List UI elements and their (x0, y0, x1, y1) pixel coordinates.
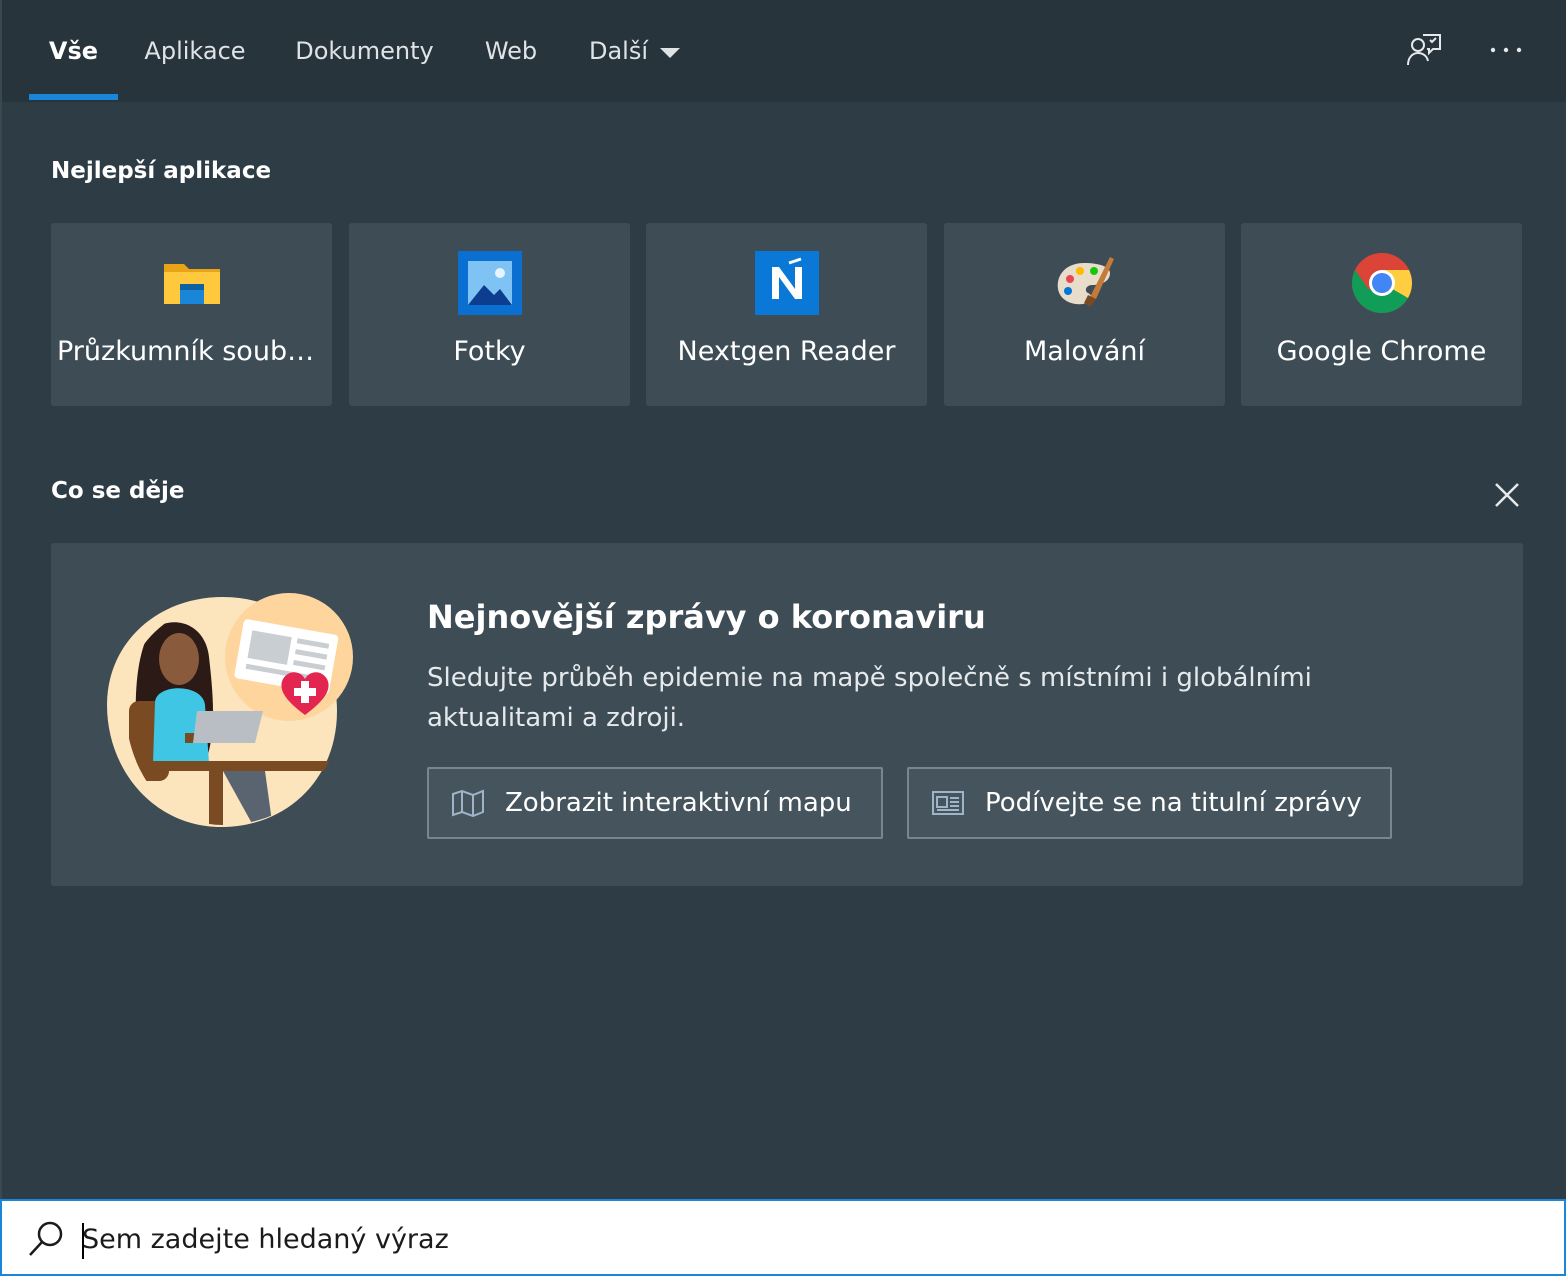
close-icon (1495, 483, 1519, 507)
tab-documents[interactable]: Dokumenty (282, 0, 447, 102)
app-tile-label: Malování (1024, 336, 1145, 367)
app-tile-google-chrome[interactable]: Google Chrome (1241, 223, 1522, 406)
tab-more-label: Další (588, 37, 649, 65)
paint-icon (1057, 257, 1114, 307)
tab-all[interactable]: Vše (29, 0, 118, 102)
view-headlines-button[interactable]: Podívejte se na titulní zprávy (907, 767, 1392, 839)
feedback-icon (1407, 34, 1441, 66)
map-icon (452, 789, 484, 817)
tab-more-dropdown[interactable]: Další (577, 0, 692, 102)
tab-all-label: Vše (48, 37, 99, 65)
news-headline: Nejnovější zprávy o koronaviru (427, 598, 986, 636)
search-input[interactable] (82, 1215, 1482, 1263)
chevron-down-icon (660, 47, 681, 58)
app-tile-label: Google Chrome (1276, 336, 1487, 367)
app-tile-paint[interactable]: Malování (944, 223, 1225, 406)
show-interactive-map-label: Zobrazit interaktivní mapu (505, 788, 852, 818)
nextgen-reader-icon (754, 251, 819, 315)
search-panel: Vše Aplikace Dokumenty Web Další Nejlepš… (0, 0, 1566, 1200)
tab-web[interactable]: Web (470, 0, 552, 102)
search-icon (29, 1221, 63, 1256)
show-interactive-map-button[interactable]: Zobrazit interaktivní mapu (427, 767, 883, 839)
search-bar (0, 1199, 1566, 1276)
view-headlines-label: Podívejte se na titulní zprávy (985, 788, 1362, 818)
app-tile-file-explorer[interactable]: Průzkumník souborů (51, 223, 332, 406)
tab-bar: Vše Aplikace Dokumenty Web Další (2, 0, 1566, 102)
top-apps-heading: Nejlepší aplikace (51, 158, 272, 184)
whats-happening-heading: Co se děje (51, 478, 185, 504)
newspaper-icon (932, 791, 964, 815)
ellipsis-icon (1490, 47, 1522, 53)
tab-apps[interactable]: Aplikace (132, 0, 258, 102)
app-tile-nextgen-reader[interactable]: Nextgen Reader (646, 223, 927, 406)
more-options-button[interactable] (1484, 28, 1528, 72)
app-tile-label: Průzkumník souborů (57, 336, 326, 367)
chrome-icon (1351, 253, 1412, 314)
active-tab-indicator (29, 94, 118, 100)
app-tile-label: Fotky (453, 336, 526, 367)
text-cursor (82, 1223, 84, 1259)
tab-web-label: Web (484, 37, 538, 65)
file-explorer-icon (163, 264, 220, 304)
feedback-button[interactable] (1402, 28, 1446, 72)
app-tile-label: Nextgen Reader (677, 336, 896, 367)
app-tile-photos[interactable]: Fotky (349, 223, 630, 406)
tab-apps-label: Aplikace (144, 37, 246, 65)
photos-icon (457, 251, 522, 315)
tab-documents-label: Dokumenty (295, 37, 434, 65)
news-card: Nejnovější zprávy o koronaviru Sledujte … (51, 543, 1523, 886)
news-body: Sledujte průběh epidemie na mapě společn… (427, 663, 1312, 733)
close-news-button[interactable] (1486, 474, 1528, 516)
news-illustration (107, 593, 353, 827)
